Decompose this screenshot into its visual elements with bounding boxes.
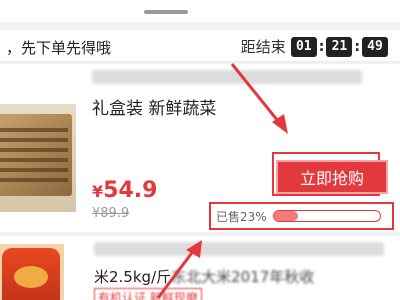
promo-bar: ，先下单先得哦 距结束 01 : 21 : 49 <box>0 30 400 62</box>
sold-label: 已售23% <box>216 209 267 224</box>
product-title[interactable]: 礼盒装 新鲜蔬菜 <box>92 94 216 119</box>
drag-handle[interactable] <box>144 10 188 14</box>
countdown-seconds: 49 <box>362 36 388 57</box>
annotation-arrow-icon <box>230 63 288 134</box>
product-image[interactable] <box>0 244 64 300</box>
countdown-minutes: 21 <box>326 36 353 57</box>
annotation-arrow-icon <box>156 240 202 299</box>
promo-text: ，先下单先得哦 <box>6 39 112 57</box>
product-image[interactable] <box>0 104 76 212</box>
countdown-separator: : <box>354 38 360 55</box>
blurred-title-line <box>94 242 384 256</box>
buy-now-button[interactable]: 立即抢购 <box>276 160 388 194</box>
product-card[interactable]: 礼盒装 新鲜蔬菜 ¥54.9 ¥89.9 立即抢购 已售23% <box>0 64 400 232</box>
sold-progress-bar <box>272 210 381 222</box>
countdown-hours: 01 <box>290 36 317 57</box>
countdown: 距结束 01 : 21 : 49 <box>241 36 388 57</box>
sheet-header <box>0 0 400 22</box>
product-price: ¥54.9 <box>92 178 157 203</box>
sold-progress: 已售23% <box>209 202 394 230</box>
sold-progress-fill <box>273 211 299 221</box>
price-value: 54.9 <box>103 178 158 203</box>
countdown-separator: : <box>318 38 325 55</box>
price-currency: ¥ <box>92 182 104 201</box>
countdown-label: 距结束 <box>240 38 286 56</box>
original-price: ¥89.9 <box>92 206 130 221</box>
